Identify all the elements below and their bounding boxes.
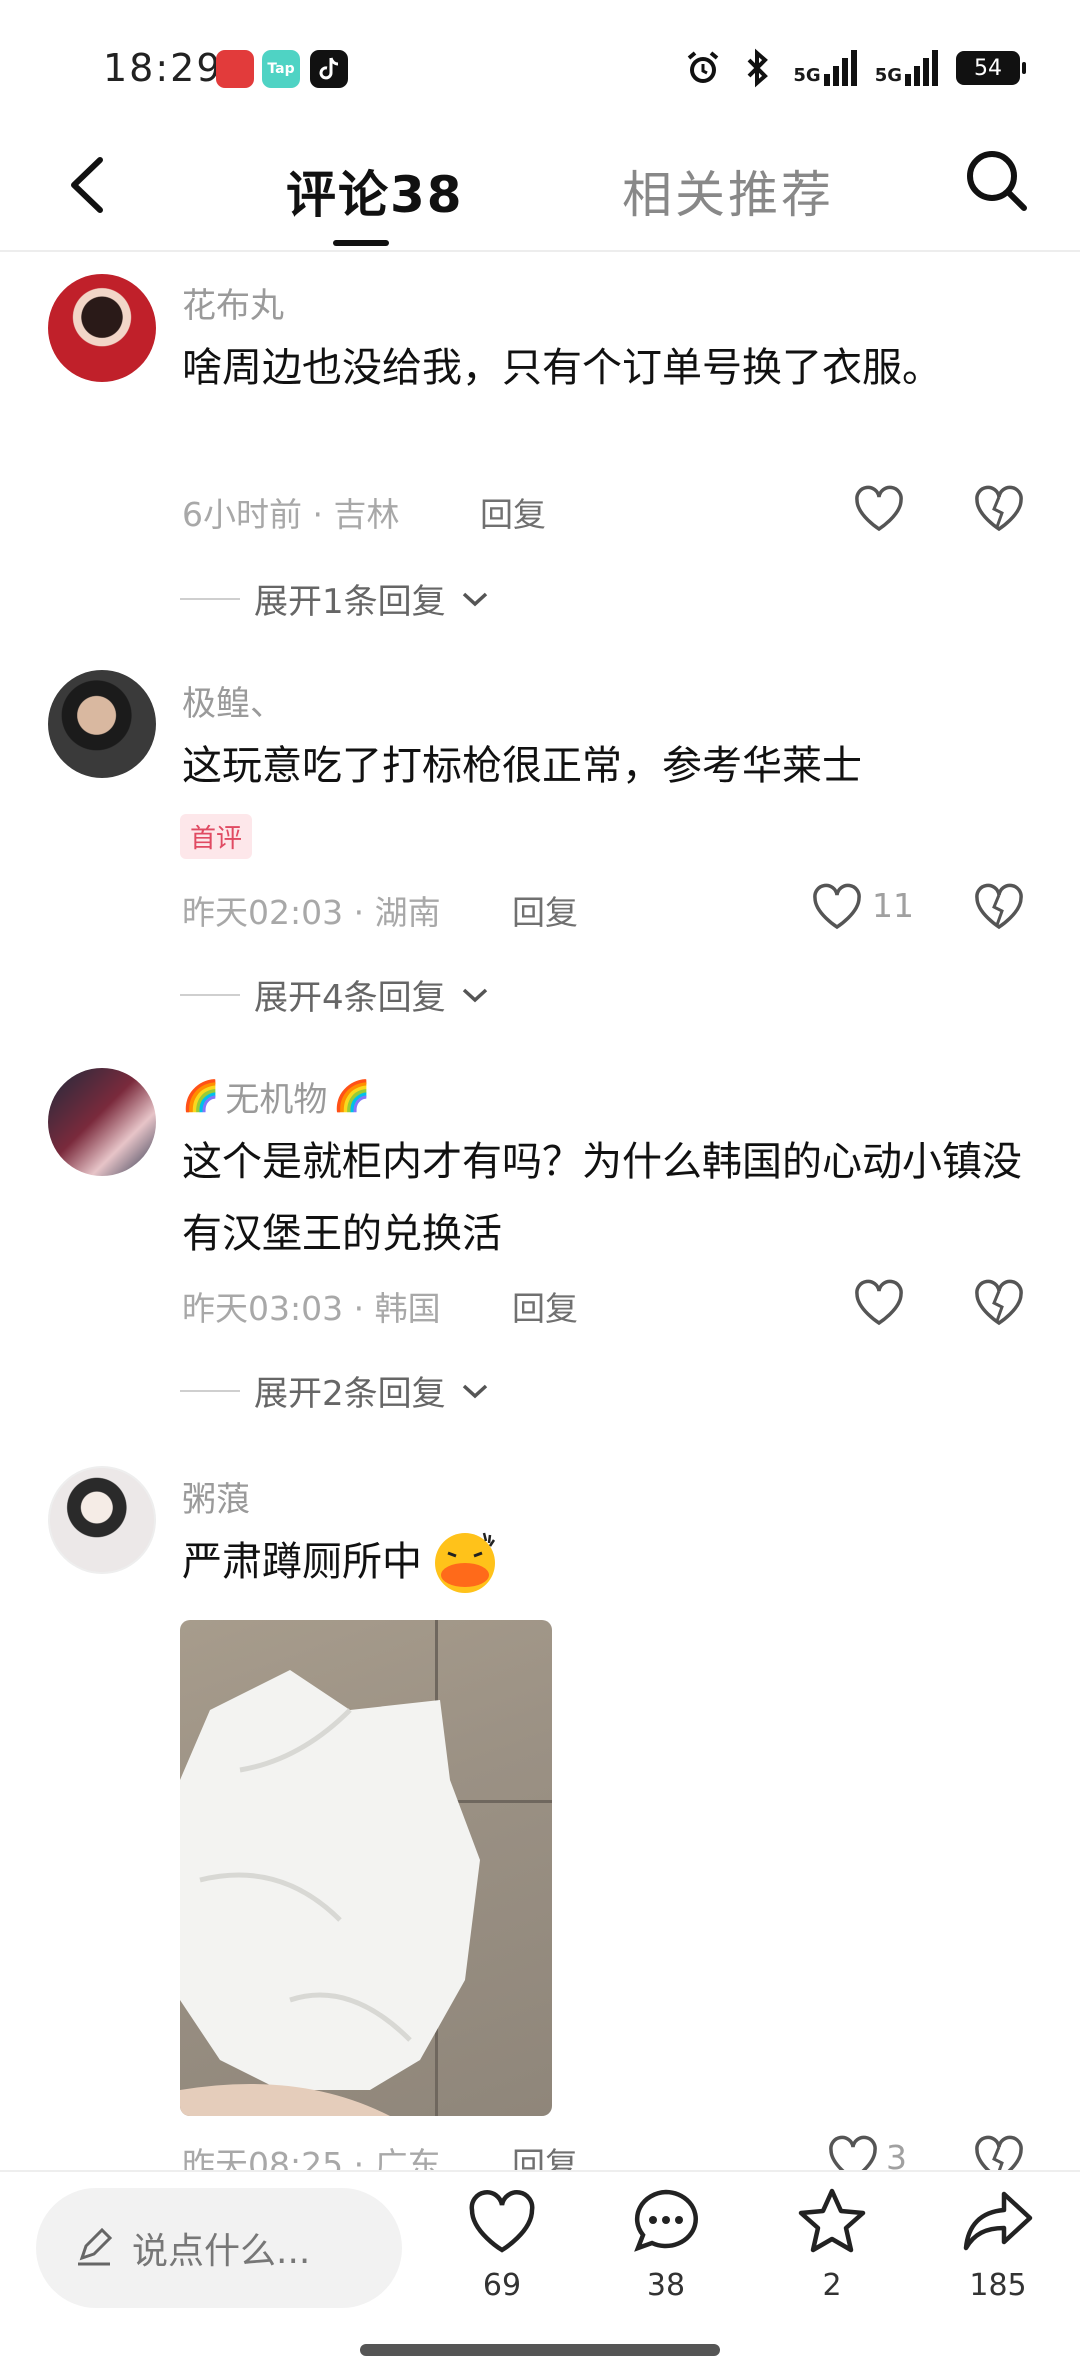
search-button[interactable] [962,146,1032,216]
chevron-down-icon [462,988,487,1002]
comment-button[interactable]: 38 [606,2186,726,2303]
tab-comments[interactable]: 评论38 [286,155,464,227]
expand-replies-button[interactable]: 展开4条回复 [180,970,490,1019]
heart-icon [469,2190,535,2253]
comment-meta: 昨天03:03 · 韩国 [182,1289,441,1328]
like-icon[interactable] [852,1276,906,1330]
rainbow-emoji-icon: 🌈 [182,1079,220,1114]
rainbow-emoji-icon: 🌈 [333,1079,371,1114]
avatar[interactable] [48,274,156,382]
duck-emoji-icon [435,1532,496,1593]
share-button[interactable]: 185 [938,2186,1058,2303]
chevron-down-icon [462,1384,487,1398]
comment-count: 38 [646,2268,686,2303]
status-icons: 5G 5G 54 [683,46,1026,90]
comment-input-placeholder: 说点什么... [132,2231,311,2272]
favorite-button[interactable]: 2 [772,2186,892,2303]
signal-2-icon: 5G [875,50,938,86]
comment-input[interactable]: 说点什么... [36,2188,402,2308]
expand-replies-button[interactable]: 展开2条回复 [180,1366,490,1415]
comment-username[interactable]: 花布丸 [182,278,284,327]
app-icon-red [216,50,254,88]
comment-text[interactable]: 这玩意吃了打标枪很正常，参考华莱士 [182,730,1022,802]
like-count: 11 [872,886,914,925]
comment-username-row[interactable]: 🌈 无机物 🌈 [182,1072,371,1121]
search-icon [967,151,1027,211]
tiktok-icon [310,50,348,88]
header-divider [0,250,1080,252]
comment-text: 严肃蹲厕所中 [182,1539,422,1585]
comment-meta: 昨天02:03 · 湖南 [182,893,441,932]
chevron-down-icon [462,592,487,606]
battery-indicator: 54 [956,51,1026,85]
dislike-icon[interactable] [972,1276,1026,1330]
avatar[interactable] [48,670,156,778]
reply-button[interactable]: 回复 [512,886,578,934]
taptap-icon: Tap [262,50,300,88]
dislike-icon[interactable] [972,880,1026,934]
comment-image[interactable] [180,1620,552,2116]
expand-replies-button[interactable]: 展开1条回复 [180,574,490,623]
comment-username[interactable]: 粥蒗 [182,1472,250,1521]
like-icon[interactable] [810,880,864,934]
comment-username[interactable]: 极鳇、 [182,676,284,725]
tissue-shape [180,1670,480,2116]
share-arrow-icon [963,2191,1033,2251]
comment-text[interactable]: 啥周边也没给我，只有个订单号换了衣服。 [182,332,1022,404]
signal-1-icon: 5G [793,50,857,86]
home-indicator[interactable] [360,2344,720,2356]
dislike-icon[interactable] [972,482,1026,536]
share-count: 185 [969,2268,1027,2303]
avatar[interactable] [48,1466,156,1574]
comment-text-row[interactable]: 严肃蹲厕所中 [182,1526,500,1598]
first-comment-badge: 首评 [180,814,253,859]
chat-bubble-icon [634,2189,698,2252]
star-icon [798,2188,866,2253]
comment-meta: 6小时前 · 吉林 [182,495,400,534]
like-post-button[interactable]: 69 [442,2186,562,2303]
tab-active-indicator [333,240,389,246]
avatar[interactable] [48,1068,156,1176]
tab-related[interactable]: 相关推荐 [622,155,834,227]
alarm-icon [688,51,719,83]
expand-replies-label: 展开2条回复 [254,1374,446,1414]
chevron-left-icon [71,157,103,213]
back-button[interactable] [60,150,120,220]
bluetooth-icon [747,48,769,88]
reply-button[interactable]: 回复 [512,1282,578,1330]
status-time: 18:29 [103,46,223,90]
reply-button[interactable]: 回复 [480,488,546,536]
favorite-count: 2 [822,2268,842,2303]
comment-username: 无机物 [225,1080,328,1120]
expand-replies-label: 展开1条回复 [254,582,446,622]
expand-replies-label: 展开4条回复 [254,978,446,1018]
like-post-count: 69 [482,2268,522,2303]
comment-text[interactable]: 这个是就柜内才有吗？为什么韩国的心动小镇没有汉堡王的兑换活 [182,1126,1022,1270]
like-icon[interactable] [852,482,906,536]
pencil-icon [78,2228,113,2266]
